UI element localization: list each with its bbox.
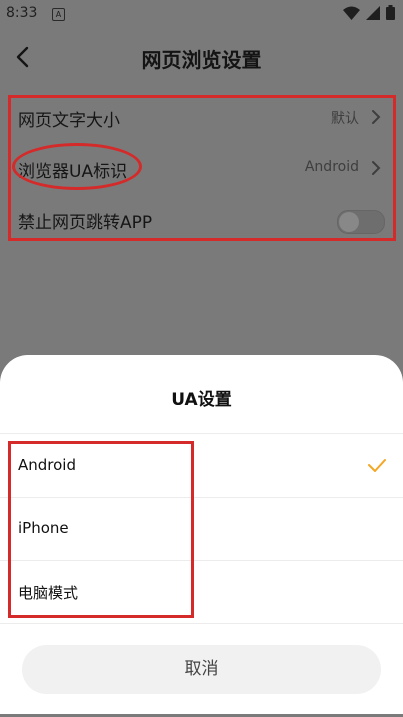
status-time: 8:33 xyxy=(6,5,38,21)
battery-icon xyxy=(386,5,395,20)
app-header: 网页浏览设置 xyxy=(0,28,403,92)
divider xyxy=(0,433,403,434)
annotation-box-options xyxy=(8,441,194,618)
cancel-button[interactable]: 取消 xyxy=(22,645,381,694)
sheet-title: UA设置 xyxy=(171,390,232,410)
status-bar: 8:33 A xyxy=(0,0,403,28)
signal-icon xyxy=(366,5,380,20)
page-title: 网页浏览设置 xyxy=(141,48,262,72)
status-indicators xyxy=(343,5,395,20)
annotation-ellipse-ua xyxy=(12,143,142,190)
check-icon xyxy=(368,459,386,472)
divider xyxy=(0,623,403,624)
wifi-icon xyxy=(343,6,360,20)
app-notification-icon: A xyxy=(52,8,65,21)
